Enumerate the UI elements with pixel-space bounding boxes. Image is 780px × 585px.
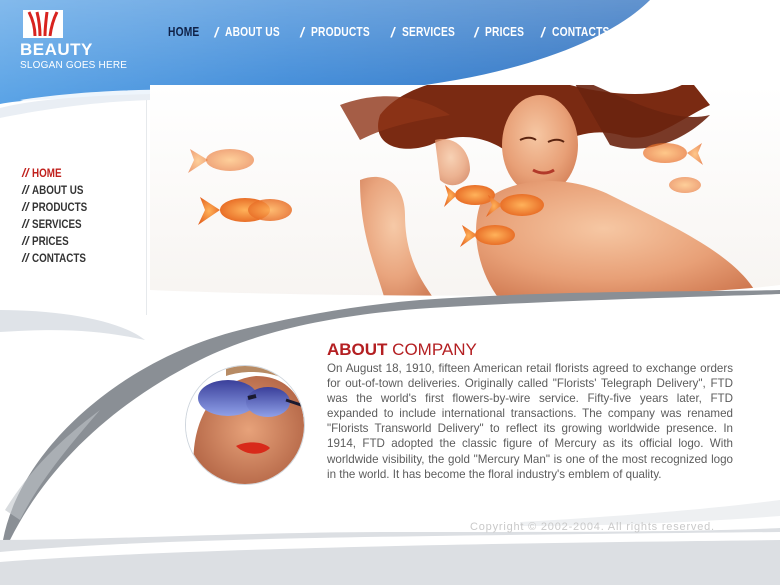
left-divider bbox=[146, 100, 147, 315]
top-nav-item-contacts: / CONTACTS bbox=[533, 24, 622, 40]
about-text: On August 18, 1910, fifteen American ret… bbox=[327, 362, 733, 481]
logo[interactable]: BEAUTY SLOGAN GOES HERE bbox=[20, 10, 130, 72]
side-nav-link-home[interactable]: HOME bbox=[32, 165, 62, 182]
portrait-image-woman-with-sunglasses bbox=[185, 365, 305, 485]
side-nav-item-prices[interactable]: // PRICES bbox=[22, 233, 99, 250]
nav-separator: / bbox=[300, 24, 304, 40]
nav-separator: / bbox=[540, 24, 545, 40]
top-nav-link-contacts[interactable]: CONTACTS bbox=[552, 25, 610, 39]
top-nav-link-prices[interactable]: PRICES bbox=[485, 25, 524, 39]
nav-prefix: // bbox=[22, 200, 29, 214]
side-navigation: // HOME // ABOUT US // PRODUCTS // SERVI… bbox=[22, 165, 99, 267]
side-nav-item-services[interactable]: // SERVICES bbox=[22, 216, 99, 233]
nav-prefix: // bbox=[22, 183, 29, 197]
top-nav-item-services: / SERVICES bbox=[383, 24, 466, 40]
top-nav-link-products[interactable]: PRODUCTS bbox=[311, 25, 370, 39]
side-nav-link-contacts[interactable]: CONTACTS bbox=[32, 250, 86, 267]
about-heading-bold: ABOUT bbox=[327, 340, 388, 359]
nav-prefix: // bbox=[22, 166, 29, 180]
nav-separator: / bbox=[390, 24, 395, 40]
brand-slogan: SLOGAN GOES HERE bbox=[20, 60, 128, 71]
top-nav-link-services[interactable]: SERVICES bbox=[402, 25, 455, 39]
top-nav-link-about-us[interactable]: ABOUT US bbox=[225, 25, 280, 39]
about-heading: ABOUT COMPANY bbox=[327, 340, 477, 360]
top-nav-item-home: HOME bbox=[168, 25, 206, 39]
side-nav-item-products[interactable]: // PRODUCTS bbox=[22, 199, 99, 216]
copyright-text: Copyright © 2002-2004. All rights reserv… bbox=[470, 521, 715, 533]
side-nav-item-about-us[interactable]: // ABOUT US bbox=[22, 182, 99, 199]
side-nav-item-contacts[interactable]: // CONTACTS bbox=[22, 250, 99, 267]
page: BEAUTY SLOGAN GOES HERE HOME / ABOUT US … bbox=[0, 0, 780, 585]
side-nav-link-about-us[interactable]: ABOUT US bbox=[32, 182, 83, 199]
nav-prefix: // bbox=[22, 217, 29, 231]
nav-prefix: // bbox=[22, 251, 29, 265]
side-nav-item-home[interactable]: // HOME bbox=[22, 165, 99, 182]
top-nav-item-products: / PRODUCTS bbox=[292, 24, 383, 40]
side-nav-link-prices[interactable]: PRICES bbox=[32, 233, 69, 250]
top-nav-link-home[interactable]: HOME bbox=[168, 25, 199, 39]
nav-separator: / bbox=[474, 24, 479, 40]
brand-name: BEAUTY bbox=[20, 40, 93, 59]
nav-separator: / bbox=[214, 24, 219, 40]
stylized-flower-logo-icon bbox=[23, 10, 63, 38]
top-nav-item-prices: / PRICES bbox=[466, 24, 533, 40]
side-nav-link-products[interactable]: PRODUCTS bbox=[32, 199, 87, 216]
about-heading-rest: COMPANY bbox=[387, 340, 477, 359]
top-navigation: HOME / ABOUT US / PRODUCTS / SERVICES / … bbox=[168, 21, 622, 43]
top-nav-item-about-us: / ABOUT US bbox=[206, 24, 292, 40]
side-nav-link-services[interactable]: SERVICES bbox=[32, 216, 82, 233]
nav-prefix: // bbox=[22, 234, 29, 248]
